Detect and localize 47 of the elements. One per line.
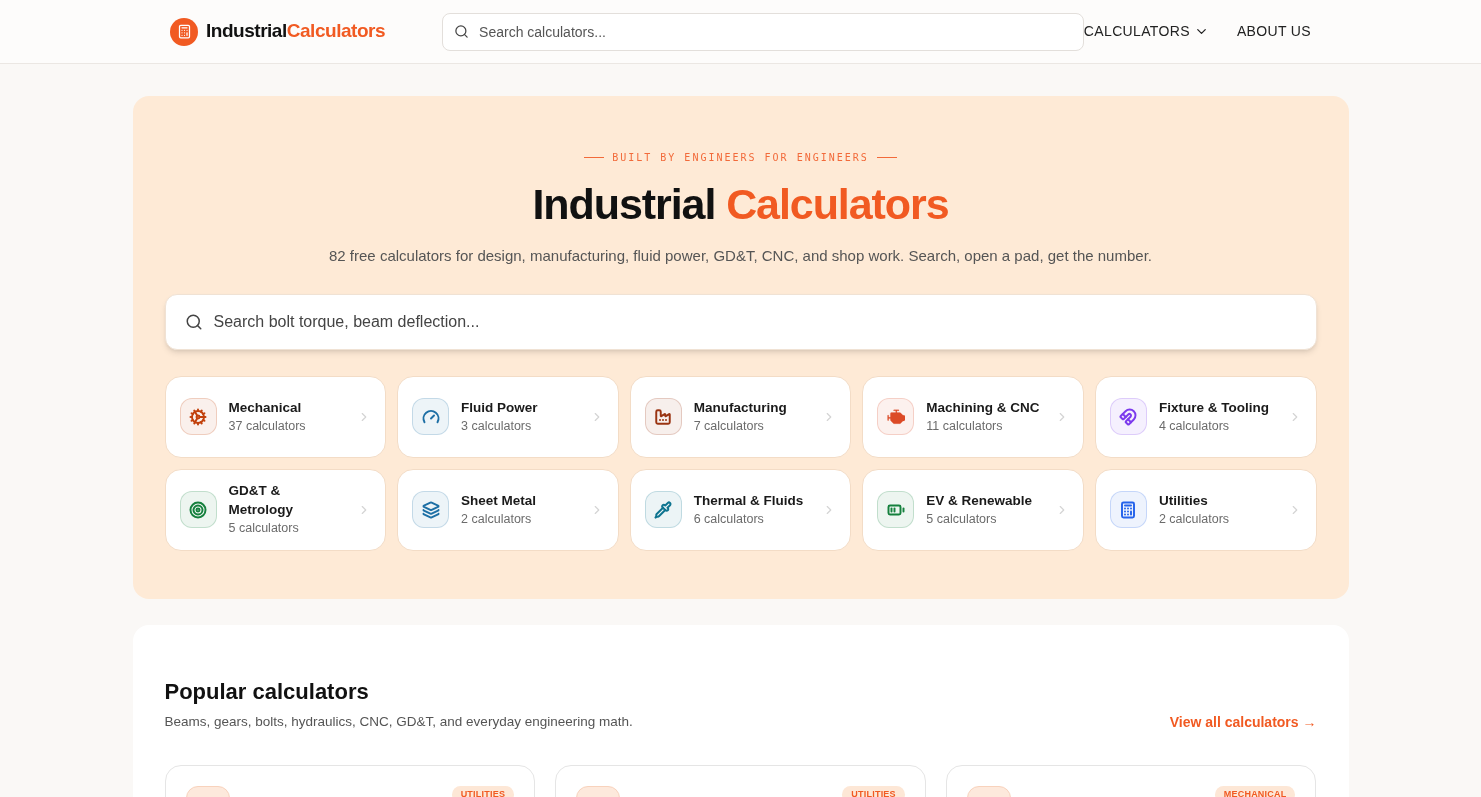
category-card[interactable]: Thermal & Fluids 6 calculators (629, 468, 852, 551)
search-icon (184, 312, 203, 331)
nav-link[interactable]: ABOUT US (1236, 21, 1311, 42)
category-name: Utilities (1158, 491, 1209, 510)
hero-search-field[interactable]: Search bolt torque, beam deflection... (164, 293, 1317, 350)
category-card[interactable]: Fluid Power 3 calculators (397, 375, 619, 458)
nav-link[interactable]: CALCULATORS (1083, 21, 1209, 42)
calculator-count: 5 calculators (926, 510, 998, 528)
calculator-count: 37 calculators (228, 417, 307, 435)
section-subtitle: Beams, gears, bolts, hydraulics, CNC, GD&T, and everyday engineering math. (164, 713, 633, 732)
category-card[interactable]: Utilities 2 calculators (1094, 468, 1317, 551)
eyebrow-text: BUILT BY ENGINEERS FOR ENGINEERS (612, 151, 869, 165)
category-tag: UTILITIES (451, 785, 515, 797)
category-name: Sheet Metal (461, 491, 538, 510)
category-name: Mechanical (228, 398, 303, 417)
category-name: Fluid Power (461, 398, 539, 417)
category-name: GD&T & Metrology (228, 482, 294, 519)
search-field[interactable]: Search calculators... (442, 12, 1084, 51)
category-card[interactable]: Fixture & Tooling 4 calculators (1094, 375, 1317, 458)
calculator-count: 7 calculators (693, 417, 765, 435)
category-name: EV & Renewable (926, 491, 1034, 510)
category-name: Thermal & Fluids (693, 491, 805, 510)
calculator-count: 6 calculators (693, 510, 765, 528)
section-title: Popular calculators (164, 677, 370, 706)
calculator-count: 3 calculators (461, 417, 533, 435)
category-name: Manufacturing (693, 398, 788, 417)
hero-title: Industrial Calculators (532, 179, 949, 230)
search-icon (454, 23, 470, 39)
category-name: Fixture & Tooling (1158, 398, 1270, 417)
calculator-count: 11 calculators (926, 417, 1004, 435)
rule (584, 157, 605, 158)
category-card[interactable]: Machining & CNC 11 calculators (862, 375, 1084, 458)
logo-text[interactable]: IndustrialCalculators (206, 17, 386, 46)
calculator-count: 5 calculators (228, 520, 300, 537)
category-tag: UTILITIES (842, 785, 905, 797)
category-card[interactable]: EV & Renewable 5 calculators (862, 468, 1084, 551)
logo-icon (170, 17, 198, 46)
category-name: Machining & CNC (926, 398, 1041, 417)
category-card[interactable]: Mechanical 37 calculators (164, 375, 387, 458)
category-card[interactable]: GD&T & Metrology 5 calculators (164, 468, 387, 551)
category-tag: MECHANICAL (1214, 785, 1296, 797)
calculator-count: 2 calculators (1158, 510, 1231, 528)
calculator-count: 2 calculators (461, 510, 533, 528)
category-card[interactable]: Sheet Metal 2 calculators (397, 468, 619, 551)
hero-subtitle: 82 free calculators for design, manufacturing, fluid power, GD&T, CNC, and shop work. Search, open a pad, get the number. (329, 246, 1152, 266)
calculator-count: 4 calculators (1158, 417, 1231, 435)
category-card[interactable]: Manufacturing 7 calculators (629, 375, 852, 458)
